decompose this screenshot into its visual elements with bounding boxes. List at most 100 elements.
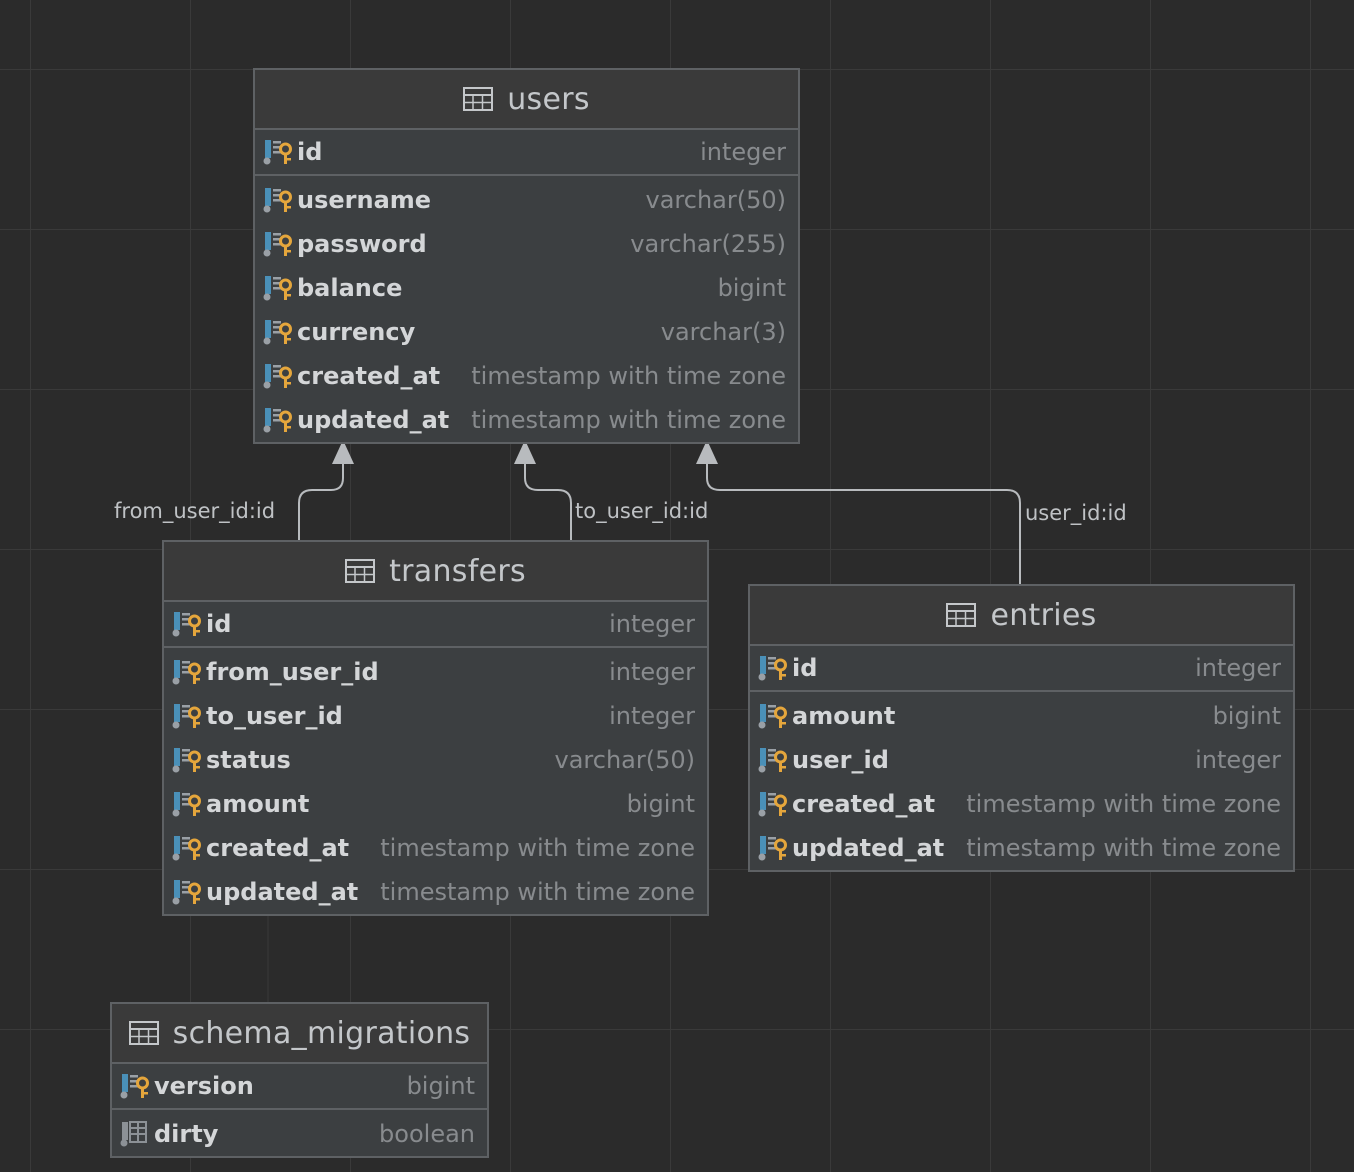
column-type: bigint [406, 1072, 475, 1100]
table-transfers[interactable]: transfers id integer from_user_id integer to_… [162, 540, 709, 916]
column-name: amount [206, 790, 310, 818]
key-column-icon [172, 789, 206, 819]
relation-label-user-id: user_id:id [1025, 501, 1127, 525]
column-name: updated_at [297, 406, 450, 434]
column-type: boolean [379, 1120, 475, 1148]
key-column-icon [263, 405, 297, 435]
key-column-icon [263, 361, 297, 391]
column-type: varchar(3) [660, 318, 786, 346]
diagram-canvas[interactable]: from_user_id:id to_user_id:id user_id:id… [0, 0, 1354, 1172]
table-icon [345, 559, 376, 583]
column-type: integer [609, 702, 695, 730]
column-row-balance[interactable]: balance bigint [255, 266, 798, 310]
column-name: id [297, 138, 323, 166]
key-column-icon [172, 657, 206, 687]
column-name: user_id [792, 746, 889, 774]
column-type: varchar(50) [554, 746, 696, 774]
table-name: users [507, 81, 590, 117]
column-row-user-id[interactable]: user_id integer [750, 738, 1293, 782]
column-row-updated-at[interactable]: updated_at timestamp with time zone [750, 826, 1293, 870]
table-icon [946, 603, 977, 627]
column-name: id [792, 654, 818, 682]
column-row-amount[interactable]: amount bigint [164, 782, 707, 826]
column-name: password [297, 230, 427, 258]
column-name: balance [297, 274, 403, 302]
column-row-id[interactable]: id integer [164, 602, 707, 648]
column-name: username [297, 186, 432, 214]
column-row-id[interactable]: id integer [255, 130, 798, 176]
column-row-created-at[interactable]: created_at timestamp with time zone [750, 782, 1293, 826]
column-name: version [154, 1072, 254, 1100]
key-column-icon [172, 833, 206, 863]
column-type: timestamp with time zone [380, 834, 695, 862]
column-type: integer [1195, 746, 1281, 774]
primary-key-column-icon [263, 137, 297, 167]
column-type: timestamp with time zone [471, 406, 786, 434]
column-type: varchar(255) [630, 230, 786, 258]
column-name: id [206, 610, 232, 638]
column-icon [120, 1119, 154, 1149]
column-name: updated_at [792, 834, 945, 862]
column-row-password[interactable]: password varchar(255) [255, 222, 798, 266]
column-name: currency [297, 318, 416, 346]
column-name: from_user_id [206, 658, 379, 686]
column-row-id[interactable]: id integer [750, 646, 1293, 692]
column-row-username[interactable]: username varchar(50) [255, 178, 798, 222]
column-name: created_at [792, 790, 936, 818]
column-row-status[interactable]: status varchar(50) [164, 738, 707, 782]
column-type: timestamp with time zone [380, 878, 695, 906]
column-type: timestamp with time zone [966, 834, 1281, 862]
primary-key-column-icon [172, 609, 206, 639]
table-header-users[interactable]: users [255, 70, 798, 130]
relation-line-from-user-id[interactable] [298, 460, 344, 540]
key-column-icon [172, 745, 206, 775]
relation-line-to-user-id[interactable] [524, 460, 572, 540]
column-name: created_at [206, 834, 350, 862]
key-column-icon [263, 273, 297, 303]
table-users[interactable]: users id integer username varchar(50) passwor… [253, 68, 800, 444]
column-row-updated-at[interactable]: updated_at timestamp with time zone [164, 870, 707, 914]
primary-key-column-icon [758, 653, 792, 683]
key-column-icon [758, 701, 792, 731]
column-row-amount[interactable]: amount bigint [750, 694, 1293, 738]
column-name: updated_at [206, 878, 359, 906]
column-name: amount [792, 702, 896, 730]
relation-label-from-user-id: from_user_id:id [114, 499, 276, 523]
key-column-icon [263, 185, 297, 215]
table-name: entries [990, 597, 1097, 633]
table-schema-migrations[interactable]: schema_migrationsversion bigint dirty boole… [110, 1002, 489, 1158]
relation-label-to-user-id: to_user_id:id [575, 499, 709, 523]
relation-line-user-id[interactable] [706, 460, 1021, 584]
column-type: bigint [717, 274, 786, 302]
column-row-currency[interactable]: currency varchar(3) [255, 310, 798, 354]
table-entries[interactable]: entries id integer amount bigint user_id integ… [748, 584, 1295, 872]
key-column-icon [172, 877, 206, 907]
table-name: transfers [389, 553, 526, 589]
column-row-created-at[interactable]: created_at timestamp with time zone [255, 354, 798, 398]
column-name: created_at [297, 362, 441, 390]
column-type: integer [609, 610, 695, 638]
column-row-version[interactable]: version bigint [112, 1064, 487, 1110]
key-column-icon [758, 745, 792, 775]
column-row-dirty[interactable]: dirty boolean [112, 1112, 487, 1156]
table-header-transfers[interactable]: transfers [164, 542, 707, 602]
key-column-icon [758, 833, 792, 863]
column-type: bigint [626, 790, 695, 818]
column-type: varchar(50) [645, 186, 787, 214]
column-type: timestamp with time zone [966, 790, 1281, 818]
table-name: schema_migrations [172, 1015, 471, 1051]
column-row-created-at[interactable]: created_at timestamp with time zone [164, 826, 707, 870]
column-type: timestamp with time zone [471, 362, 786, 390]
column-type: integer [1195, 654, 1281, 682]
column-row-updated-at[interactable]: updated_at timestamp with time zone [255, 398, 798, 442]
table-header-schema-migrations[interactable]: schema_migrations [112, 1004, 487, 1064]
column-row-from-user-id[interactable]: from_user_id integer [164, 650, 707, 694]
table-header-entries[interactable]: entries [750, 586, 1293, 646]
column-type: bigint [1212, 702, 1281, 730]
key-column-icon [263, 317, 297, 347]
column-name: status [206, 746, 291, 774]
column-type: integer [700, 138, 786, 166]
column-row-to-user-id[interactable]: to_user_id integer [164, 694, 707, 738]
key-column-icon [172, 701, 206, 731]
key-column-icon [263, 229, 297, 259]
